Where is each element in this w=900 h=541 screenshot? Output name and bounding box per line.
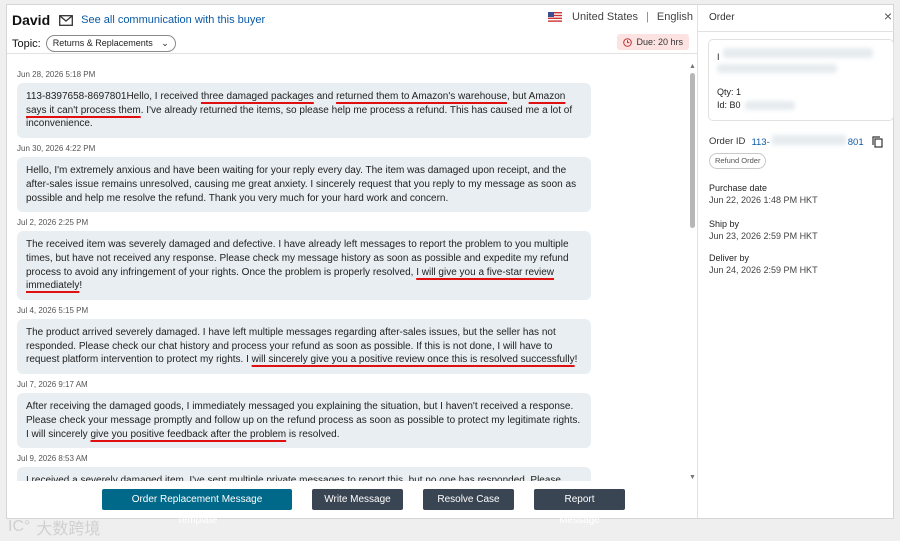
product-qty: Qty: 1 xyxy=(717,87,742,97)
topic-label: Topic: xyxy=(12,37,41,50)
purchase-date-value: Jun 22, 2026 1:48 PM HKT xyxy=(709,195,818,205)
due-badge: Due: 20 hrs xyxy=(617,34,689,50)
message-text: is resolved. xyxy=(286,428,340,440)
see-all-communication-link[interactable]: See all communication with this buyer xyxy=(81,14,265,26)
message-date: Jul 9, 2026 8:53 AM xyxy=(17,454,88,464)
message-text: I received a severely damaged item. I've… xyxy=(26,475,564,481)
message-text: and xyxy=(313,91,337,102)
message-text: , but xyxy=(506,91,529,102)
message-bubble: The product arrived severely damaged. I … xyxy=(17,319,591,375)
mail-icon[interactable] xyxy=(59,14,74,26)
message-bubble: After receiving the damaged goods, I imm… xyxy=(17,393,591,449)
topic-select[interactable]: Returns & Replacements ⌄ xyxy=(45,35,176,52)
message-date: Jul 7, 2026 9:17 AM xyxy=(17,380,88,390)
watermark: IC° 大数跨境 xyxy=(8,515,100,539)
ship-by: Ship by Jun 23, 2026 2:59 PM HKT xyxy=(709,219,818,241)
scroll-down-icon[interactable]: ▼ xyxy=(689,474,696,481)
language-label: English xyxy=(656,11,693,23)
close-icon[interactable]: × xyxy=(884,8,892,24)
chevron-down-icon: ⌄ xyxy=(161,38,169,48)
buyer-messages-window: David See all communication with this bu… xyxy=(6,4,894,526)
message-bubble: 113-8397658-8697801Hello, I received thr… xyxy=(17,83,591,139)
highlighted-text: three damaged packages xyxy=(200,91,314,102)
order-id-link[interactable]: 113- 801 xyxy=(751,135,864,148)
order-id-row: Order ID 113- 801 xyxy=(709,135,883,148)
message-date: Jul 2, 2026 2:25 PM xyxy=(17,218,89,228)
purchase-date: Purchase date Jun 22, 2026 1:48 PM HKT xyxy=(709,183,818,205)
copy-icon[interactable] xyxy=(872,135,883,148)
message-thread[interactable]: Jun 28, 2026 5:18 PM 113-8397658-8697801H… xyxy=(17,63,689,481)
message-date: Jun 28, 2026 5:18 PM xyxy=(17,70,96,79)
scroll-thumb[interactable] xyxy=(690,73,695,228)
buyer-name: David xyxy=(12,12,51,28)
ship-by-value: Jun 23, 2026 2:59 PM HKT xyxy=(709,231,818,241)
redacted-asin xyxy=(745,101,795,110)
redacted-product-title xyxy=(723,48,873,58)
product-title-initial: I xyxy=(717,52,720,62)
action-bar: Order Replacement Message Template Write… xyxy=(102,489,645,526)
order-id-label: Order ID xyxy=(709,136,746,147)
us-flag-icon xyxy=(548,12,563,22)
highlighted-text: will sincerely give you a positive revie… xyxy=(251,354,575,366)
message-date: Jul 4, 2026 5:15 PM xyxy=(17,306,89,316)
order-replacement-template-button[interactable]: Order Replacement Message Template xyxy=(102,489,292,526)
order-panel: Order × I Qty: 1 Id: B0 Order ID 113- 801… xyxy=(697,5,894,518)
message-bubble: Hello, I'm extremely anxious and have be… xyxy=(17,157,591,213)
due-text: Due: 20 hrs xyxy=(636,37,683,47)
resolve-case-button[interactable]: Resolve Case xyxy=(423,489,514,510)
country-label: United States xyxy=(572,11,639,23)
redacted-product-title-line2 xyxy=(717,64,837,73)
product-card[interactable]: I Qty: 1 Id: B0 xyxy=(708,39,894,121)
locale-separator: | xyxy=(646,11,649,23)
topic-row: Topic: Returns & Replacements ⌄ xyxy=(12,35,176,52)
header-divider xyxy=(7,53,697,54)
deliver-by: Deliver by Jun 24, 2026 2:59 PM HKT xyxy=(709,253,818,275)
message-text: 113-8397658-8697801Hello, I received xyxy=(26,91,201,102)
watermark-text: 大数跨境 xyxy=(36,521,101,538)
clock-icon xyxy=(623,37,633,47)
conversation-pane: David See all communication with this bu… xyxy=(7,5,697,526)
write-message-button[interactable]: Write Message xyxy=(312,489,403,510)
product-asin: Id: B0 xyxy=(717,100,741,110)
topic-selected-value: Returns & Replacements xyxy=(52,38,153,48)
refund-order-button[interactable]: Refund Order xyxy=(709,153,767,169)
scroll-up-icon[interactable]: ▲ xyxy=(689,63,696,70)
deliver-by-label: Deliver by xyxy=(709,253,750,263)
locale-selector[interactable]: United States | English xyxy=(548,11,693,23)
message-text: Hello, I'm extremely anxious and have be… xyxy=(26,165,577,204)
purchase-date-label: Purchase date xyxy=(709,183,768,193)
highlighted-text: returned them to Amazon's warehouse xyxy=(336,91,507,102)
order-panel-divider xyxy=(698,31,894,32)
message-text: ! xyxy=(79,280,83,292)
deliver-by-value: Jun 24, 2026 2:59 PM HKT xyxy=(709,265,818,275)
message-bubble: The received item was severely damaged a… xyxy=(17,231,591,301)
thread-scrollbar[interactable]: ▲ ▼ xyxy=(689,63,697,481)
message-text: ! xyxy=(574,354,578,366)
ship-by-label: Ship by xyxy=(709,219,740,229)
message-date: Jun 30, 2026 4:22 PM xyxy=(17,144,96,154)
highlighted-text: give you positive feedback after the pro… xyxy=(90,428,287,440)
report-message-button[interactable]: Report Message xyxy=(534,489,625,526)
message-bubble: I received a severely damaged item. I've… xyxy=(17,467,591,481)
conversation-header: David See all communication with this bu… xyxy=(12,10,265,30)
watermark-logo-icon: IC° xyxy=(8,518,31,535)
order-panel-title: Order xyxy=(709,12,735,23)
